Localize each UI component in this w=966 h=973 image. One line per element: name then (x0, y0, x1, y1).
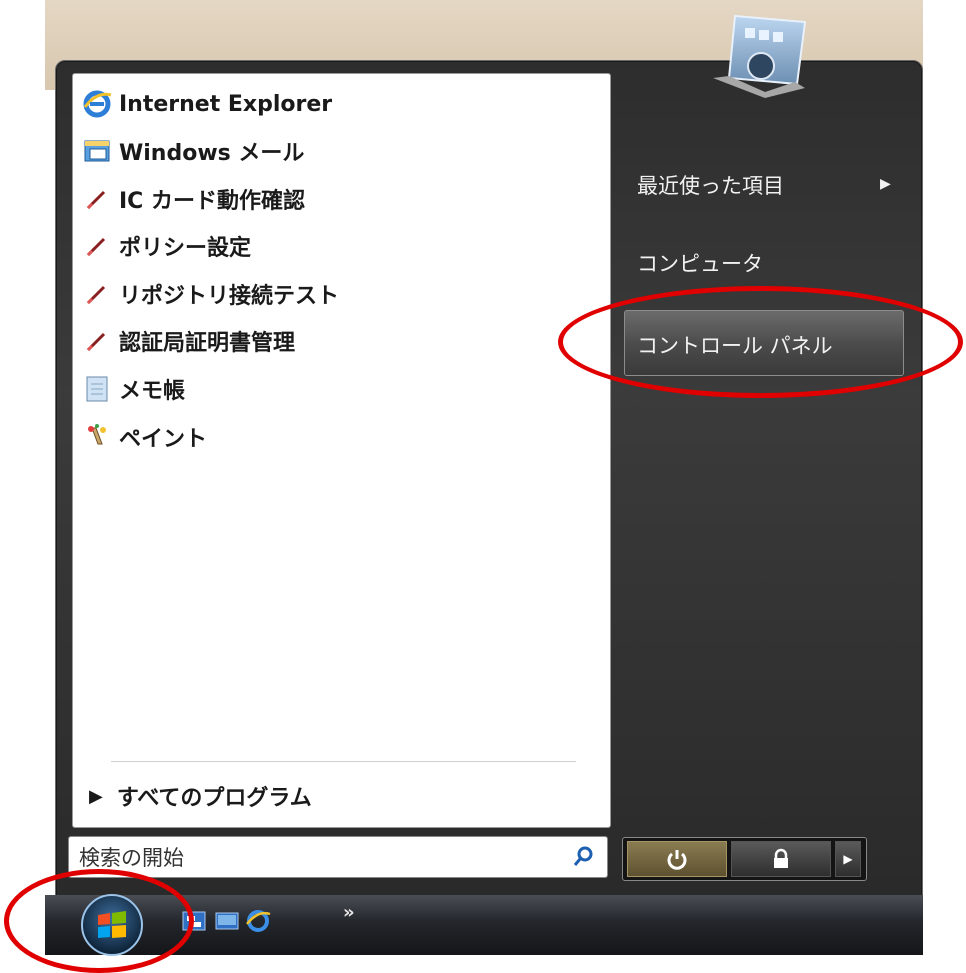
search-box[interactable] (68, 836, 608, 878)
ie-icon (81, 88, 113, 120)
pen-icon (81, 278, 113, 310)
right-arrow-icon: ▶ (843, 852, 853, 866)
right-triangle-icon: ▶ (89, 785, 103, 807)
program-ca-cert-manager[interactable]: 認証局証明書管理 (81, 321, 295, 361)
program-label: ペイント (119, 427, 208, 452)
program-paint[interactable]: ペイント (81, 417, 207, 457)
computer-label: コンピュータ (637, 252, 763, 276)
pen-icon (81, 325, 113, 357)
program-label: メモ帳 (119, 379, 186, 404)
power-button-group: ▶ (622, 837, 867, 881)
lock-button[interactable] (731, 841, 831, 877)
control-panel-label: コントロール パネル (637, 334, 833, 358)
switch-windows-icon[interactable] (214, 908, 240, 934)
all-programs-button[interactable]: ▶ すべてのプログラム (83, 776, 312, 816)
taskbar-ie-icon[interactable] (245, 908, 271, 934)
program-repository-test[interactable]: リポジトリ接続テスト (81, 274, 339, 314)
shutdown-options-button[interactable]: ▶ (835, 841, 861, 877)
paint-icon (81, 421, 113, 453)
program-label: リポジトリ接続テスト (119, 284, 340, 309)
programs-pane: Internet Explorer Windows メール IC カード動作確認… (72, 73, 611, 828)
menu-item-computer[interactable]: コンピュータ (637, 248, 763, 278)
lock-icon (774, 848, 788, 868)
program-label: 認証局証明書管理 (119, 331, 296, 356)
menu-item-recent[interactable]: 最近使った項目 (637, 170, 784, 200)
overflow-label: » (343, 902, 355, 923)
show-desktop-icon[interactable] (181, 908, 207, 934)
menu-item-control-panel[interactable]: コントロール パネル (637, 330, 833, 360)
pen-icon (81, 230, 113, 262)
program-ic-card-check[interactable]: IC カード動作確認 (81, 179, 305, 219)
program-internet-explorer[interactable]: Internet Explorer (81, 84, 332, 124)
all-programs-label: すべてのプログラム (116, 786, 312, 811)
recent-label: 最近使った項目 (637, 174, 784, 198)
submenu-arrow-icon: ▶ (880, 176, 891, 192)
program-label: Internet Explorer (119, 91, 333, 117)
taskbar (45, 895, 923, 955)
program-label: ポリシー設定 (119, 236, 252, 261)
start-orb-button[interactable] (70, 893, 154, 957)
program-label: IC カード動作確認 (119, 189, 305, 214)
search-icon[interactable] (573, 845, 595, 867)
power-button[interactable] (627, 841, 727, 877)
user-picture-icon[interactable] (705, 8, 809, 108)
taskbar-overflow-chevron[interactable]: » (343, 902, 355, 923)
search-input[interactable] (77, 841, 561, 875)
program-policy-settings[interactable]: ポリシー設定 (81, 226, 251, 266)
notepad-icon (81, 373, 113, 405)
pen-icon (81, 183, 113, 215)
program-notepad[interactable]: メモ帳 (81, 369, 185, 409)
power-icon (667, 850, 687, 870)
program-label: Windows メール (119, 141, 305, 166)
programs-divider (111, 761, 576, 762)
mail-icon (81, 135, 113, 167)
program-windows-mail[interactable]: Windows メール (81, 131, 304, 171)
